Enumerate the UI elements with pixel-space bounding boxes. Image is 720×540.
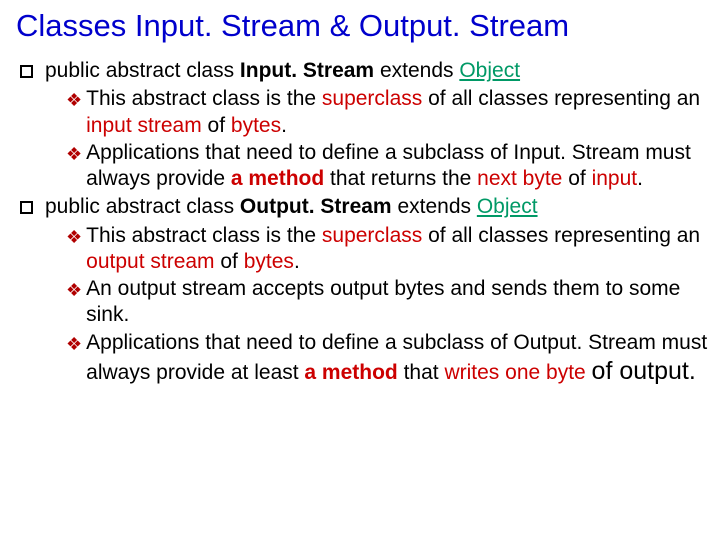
t: output stream bbox=[86, 250, 214, 273]
t: Input. Stream bbox=[240, 59, 374, 82]
t: input bbox=[592, 167, 638, 190]
t: An output stream accepts output bytes an… bbox=[86, 277, 680, 326]
square-bullet-icon bbox=[20, 201, 33, 214]
t: of bbox=[562, 167, 591, 190]
object-link[interactable]: Object bbox=[477, 195, 538, 218]
t: a method bbox=[304, 361, 397, 384]
t: input stream bbox=[86, 114, 202, 137]
t: This abstract class is the bbox=[86, 87, 322, 110]
subbullet: ❖ This abstract class is the superclass … bbox=[66, 86, 708, 139]
t: Output. Stream bbox=[240, 195, 392, 218]
diamond-bullet-icon: ❖ bbox=[66, 143, 82, 193]
t: bytes bbox=[231, 114, 281, 137]
diamond-bullet-icon: ❖ bbox=[66, 89, 82, 139]
t: extends bbox=[374, 59, 459, 82]
t: writes one byte bbox=[444, 361, 591, 384]
t: of all classes representing an bbox=[422, 224, 700, 247]
t: a method bbox=[231, 167, 324, 190]
t: that returns the bbox=[324, 167, 477, 190]
bullet-outputstream: public abstract class Output. Stream ext… bbox=[20, 194, 708, 220]
t: superclass bbox=[322, 87, 422, 110]
t: extends bbox=[392, 195, 477, 218]
subbullet: ❖ Applications that need to define a sub… bbox=[66, 140, 708, 193]
t: of all classes representing an bbox=[422, 87, 700, 110]
t: bytes bbox=[244, 250, 294, 273]
page-title: Classes Input. Stream & Output. Stream bbox=[16, 8, 708, 44]
t: that bbox=[398, 361, 445, 384]
object-link[interactable]: Object bbox=[459, 59, 520, 82]
t: . bbox=[294, 250, 300, 273]
text: public abstract class Output. Stream ext… bbox=[45, 194, 708, 220]
t: public abstract class bbox=[45, 195, 240, 218]
subbullet: ❖ Applications that need to define a sub… bbox=[66, 330, 708, 388]
diamond-bullet-icon: ❖ bbox=[66, 333, 82, 388]
text: This abstract class is the superclass of… bbox=[86, 86, 708, 139]
t: of bbox=[215, 250, 244, 273]
square-bullet-icon bbox=[20, 65, 33, 78]
t: . bbox=[281, 114, 287, 137]
t: next byte bbox=[477, 167, 562, 190]
t: This abstract class is the bbox=[86, 224, 322, 247]
t: of bbox=[592, 357, 613, 385]
text: public abstract class Input. Stream exte… bbox=[45, 58, 708, 84]
slide: Classes Input. Stream & Output. Stream p… bbox=[0, 0, 720, 398]
text: This abstract class is the superclass of… bbox=[86, 223, 708, 276]
t: . bbox=[637, 167, 643, 190]
bullet-inputstream: public abstract class Input. Stream exte… bbox=[20, 58, 708, 84]
subbullet: ❖ This abstract class is the superclass … bbox=[66, 223, 708, 276]
text: Applications that need to define a subcl… bbox=[86, 140, 708, 193]
subbullet: ❖ An output stream accepts output bytes … bbox=[66, 276, 708, 329]
t: output. bbox=[612, 357, 695, 385]
t: of bbox=[202, 114, 231, 137]
diamond-bullet-icon: ❖ bbox=[66, 279, 82, 329]
t: superclass bbox=[322, 224, 422, 247]
text: An output stream accepts output bytes an… bbox=[86, 276, 708, 329]
t: public abstract class bbox=[45, 59, 240, 82]
slide-body: public abstract class Input. Stream exte… bbox=[12, 58, 708, 387]
diamond-bullet-icon: ❖ bbox=[66, 226, 82, 276]
text: Applications that need to define a subcl… bbox=[86, 330, 708, 388]
